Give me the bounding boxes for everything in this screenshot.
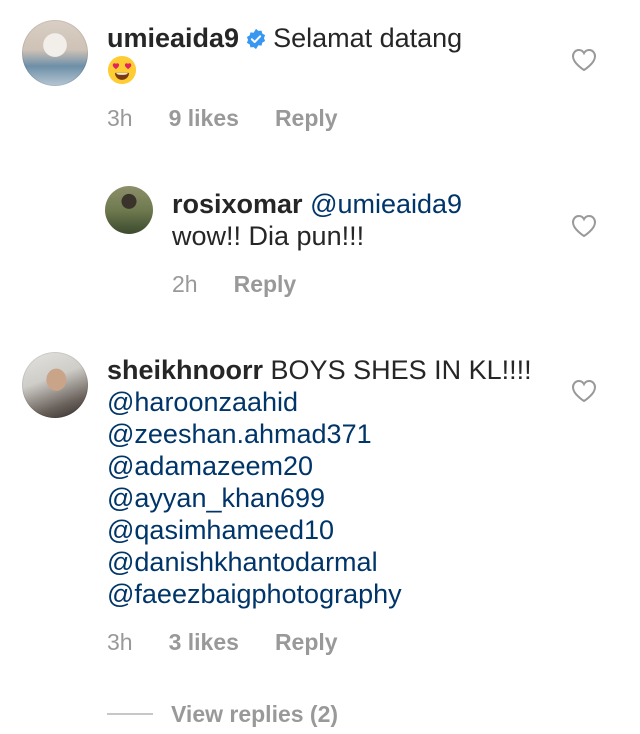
comment-1-reply-button[interactable]: Reply bbox=[275, 105, 338, 131]
comment-1-text: umieaida9 Selamat datang bbox=[107, 22, 527, 86]
comment-3-likes[interactable]: 3 likes bbox=[169, 629, 239, 655]
comment-2-reply-button[interactable]: Reply bbox=[234, 271, 297, 297]
avatar-sheikhnoorr[interactable] bbox=[22, 352, 88, 418]
avatar-rosixomar[interactable] bbox=[105, 186, 153, 234]
comment-3-time: 3h bbox=[107, 629, 133, 655]
verified-badge-icon bbox=[246, 28, 266, 50]
comment-3-mention[interactable]: @qasimhameed10 bbox=[107, 515, 334, 545]
comment-3-body: BOYS SHES IN KL!!!! bbox=[270, 355, 532, 385]
comment-1-time: 3h bbox=[107, 105, 133, 131]
comment-2-mention[interactable]: @umieaida9 bbox=[310, 189, 462, 219]
view-replies-button[interactable]: View replies (2) bbox=[171, 700, 338, 728]
avatar-umieaida9[interactable] bbox=[22, 20, 88, 86]
comment-3-mention[interactable]: @faeezbaigphotography bbox=[107, 579, 402, 609]
comment-3-mention[interactable]: @haroonzaahid bbox=[107, 387, 298, 417]
comment-2-body: wow!! Dia pun!!! bbox=[172, 221, 365, 251]
comment-2-meta: 2h Reply bbox=[172, 270, 332, 298]
heart-icon[interactable] bbox=[571, 214, 597, 238]
comment-1-meta: 3h 9 likes Reply bbox=[107, 104, 374, 132]
view-replies-divider bbox=[107, 713, 153, 715]
comment-3-mention[interactable]: @danishkhantodarmal bbox=[107, 547, 378, 577]
comment-3-mention[interactable]: @zeeshan.ahmad371 bbox=[107, 419, 372, 449]
comment-3-mention[interactable]: @ayyan_khan699 bbox=[107, 483, 325, 513]
comment-3-username[interactable]: sheikhnoorr bbox=[107, 355, 263, 385]
comment-2-text: rosixomar @umieaida9 wow!! Dia pun!!! bbox=[172, 188, 552, 252]
comment-1-body: Selamat datang bbox=[273, 23, 463, 53]
comment-3-mention[interactable]: @adamazeem20 bbox=[107, 451, 313, 481]
comment-3-meta: 3h 3 likes Reply bbox=[107, 628, 374, 656]
heart-icon[interactable] bbox=[571, 379, 597, 403]
comment-2-username[interactable]: rosixomar bbox=[172, 189, 303, 219]
heart-eyes-emoji bbox=[107, 55, 137, 85]
comment-3-text: sheikhnoorr BOYS SHES IN KL!!!! @haroonz… bbox=[107, 354, 547, 610]
comment-3-reply-button[interactable]: Reply bbox=[275, 629, 338, 655]
heart-icon[interactable] bbox=[571, 48, 597, 72]
comment-1-username[interactable]: umieaida9 bbox=[107, 23, 239, 53]
comment-1-likes[interactable]: 9 likes bbox=[169, 105, 239, 131]
comment-2-time: 2h bbox=[172, 271, 198, 297]
